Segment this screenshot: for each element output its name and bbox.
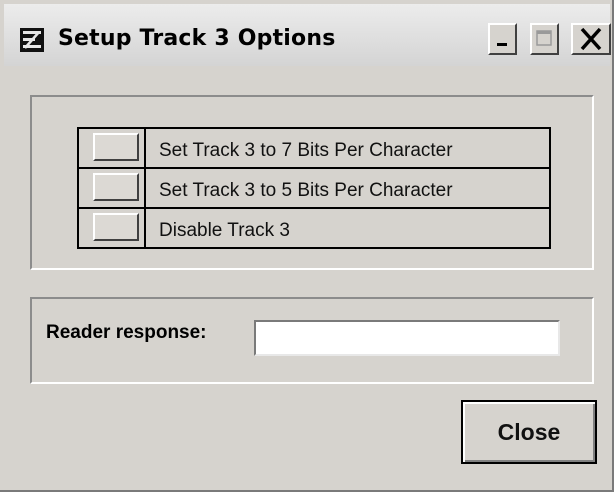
close-button[interactable]: Close bbox=[461, 400, 597, 464]
option-row: Set Track 3 to 5 Bits Per Character bbox=[77, 167, 551, 209]
option-label: Set Track 3 to 7 Bits Per Character bbox=[159, 140, 453, 161]
title-bar[interactable]: Setup Track 3 Options bbox=[4, 4, 611, 66]
disable-track-button[interactable] bbox=[93, 213, 139, 241]
minimize-button[interactable] bbox=[488, 23, 517, 55]
option-label: Disable Track 3 bbox=[159, 220, 290, 241]
reader-response-label: Reader response: bbox=[46, 322, 207, 343]
reader-response-field[interactable] bbox=[254, 320, 560, 356]
window-close-button[interactable] bbox=[571, 23, 611, 55]
row-divider bbox=[144, 169, 146, 207]
app-logo-icon bbox=[20, 28, 44, 52]
option-row: Disable Track 3 bbox=[77, 207, 551, 249]
row-divider bbox=[144, 209, 146, 247]
maximize-icon bbox=[536, 30, 552, 46]
window-title: Setup Track 3 Options bbox=[58, 26, 336, 51]
option-row: Set Track 3 to 7 Bits Per Character bbox=[77, 127, 551, 169]
row-divider bbox=[144, 129, 146, 167]
dialog-window: Setup Track 3 Options Set Track 3 to 7 B… bbox=[0, 0, 614, 492]
set-7-bits-button[interactable] bbox=[93, 133, 139, 161]
minimize-icon bbox=[497, 43, 507, 46]
set-5-bits-button[interactable] bbox=[93, 173, 139, 201]
close-icon bbox=[580, 27, 602, 51]
maximize-button[interactable] bbox=[530, 23, 559, 55]
option-label: Set Track 3 to 5 Bits Per Character bbox=[159, 180, 453, 201]
